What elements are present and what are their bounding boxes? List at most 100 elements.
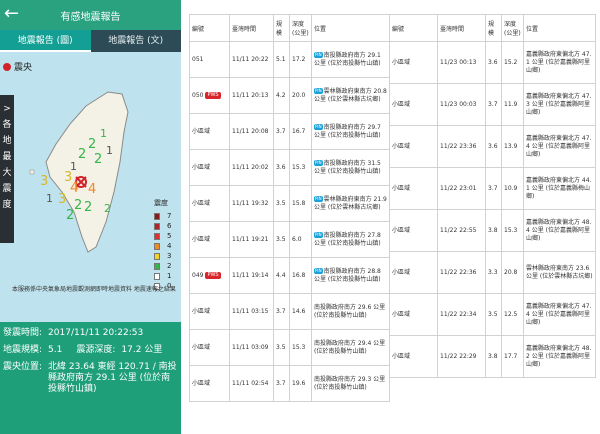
location-text: 南投縣政府南方 29.4 公里 (位於南投縣竹山鎮) — [314, 339, 386, 355]
quake-id: 小區域 — [192, 163, 211, 171]
column-header-location: 位置 — [523, 14, 596, 42]
intensity-level-label: 7 — [167, 212, 172, 220]
scale-row: 1 — [154, 271, 181, 281]
cell-magnitude: 3.6 — [485, 41, 502, 84]
magnitude-label: 地震規模: — [3, 345, 43, 355]
max-intensity-side-tab[interactable]: > 各 地 最 大 震 度 — [0, 95, 14, 243]
intensity-level-label: 1 — [167, 272, 172, 280]
column-header-id: 編號 — [389, 14, 438, 42]
app-title: 有感地震報告 — [60, 12, 121, 23]
quake-id: 050 — [192, 91, 204, 99]
table-row[interactable]: 小區域 11/11 03:15 3.7 14.6 南投縣政府南方 29.6 公里 (位於… — [189, 293, 390, 330]
cell-location: 嘉義縣政府東偏北方 47.4 公里 (位於嘉義縣阿里山鄉) — [523, 293, 596, 336]
scale-row: 2 — [154, 261, 181, 271]
cell-magnitude: 3.6 — [485, 125, 502, 168]
cell-depth: 11.9 — [501, 83, 524, 126]
side-tab-char: 大 — [2, 168, 12, 178]
cell-location: 嘉義縣政府東偏北方 48.4 公里 (位於嘉義縣阿里山鄉) — [523, 209, 596, 252]
scale-title: 震度 — [154, 199, 168, 207]
table-row[interactable]: 小區域 11/22 23:01 3.7 10.9 嘉義縣政府東偏北方 44.1 公里 (… — [389, 167, 596, 210]
table-row[interactable]: 051 11/11 20:22 5.1 17.2 PIN 南投縣政府南方 29.1 公里 … — [189, 41, 390, 78]
location-text: 南投縣政府南方 29.3 公里 (位於南投縣竹山鎮) — [314, 375, 386, 391]
intensity-label: 1 — [46, 192, 53, 205]
map-pin-icon: PIN — [314, 196, 323, 202]
cell-depth: 15.3 — [501, 209, 524, 252]
cell-magnitude: 3.7 — [485, 83, 502, 126]
location-text: 雲林縣政府東南方 20.8 公里 (位於雲林縣古坑鄉) — [314, 87, 387, 103]
cell-magnitude: 3.5 — [485, 293, 502, 336]
table-row[interactable]: 小區域 11/11 19:32 3.5 15.8 PIN 雲林縣政府東南方 21.9 公里… — [189, 185, 390, 222]
table-row[interactable]: 小區域 11/22 22:29 3.8 17.7 嘉義縣政府東偏北方 48.2 公里 (… — [389, 335, 596, 378]
cell-depth: 10.9 — [501, 167, 524, 210]
location-text: 南投縣政府南方 28.8 公里 (位於南投縣竹山鎮) — [314, 267, 381, 283]
cell-magnitude: 3.5 — [273, 221, 290, 258]
table-row[interactable]: 小區域 11/11 02:54 3.7 19.6 南投縣政府南方 29.3 公里 (位於… — [189, 365, 390, 402]
scale-row: 5 — [154, 231, 181, 241]
cell-location: 嘉義縣政府東偏北方 47.4 公里 (位於嘉義縣阿里山鄉) — [523, 125, 596, 168]
intensity-label: 3 — [40, 174, 49, 189]
map-pin-icon: PIN — [314, 268, 323, 274]
cell-id: 小區域 — [189, 221, 230, 258]
cell-depth: 14.6 — [289, 293, 312, 330]
column-header-magnitude: 規模 — [485, 14, 502, 42]
table-row[interactable]: 小區域 11/22 22:55 3.8 15.3 嘉義縣政府東偏北方 48.4 公里 (… — [389, 209, 596, 252]
intensity-label: 2 — [66, 208, 75, 223]
table-row[interactable]: 小區域 11/22 22:34 3.5 12.5 嘉義縣政府東偏北方 47.4 公里 (… — [389, 293, 596, 336]
map-pin-icon: PIN — [314, 232, 323, 238]
location-text: 南投縣政府南方 29.6 公里 (位於南投縣竹山鎮) — [314, 303, 386, 319]
time-value: 2017/11/11 20:22:53 — [48, 328, 144, 338]
column-header-time: 臺灣時間 — [437, 14, 486, 42]
table-row[interactable]: 小區域 11/22 23:36 3.6 13.9 嘉義縣政府東偏北方 47.4 公里 (… — [389, 125, 596, 168]
intensity-level-label: 6 — [167, 222, 172, 230]
table-row[interactable]: 小區域 11/23 00:13 3.6 15.2 嘉義縣政府東偏北方 47.1 公里 (… — [389, 41, 596, 84]
location-text: 南投縣政府南方 29.7 公里 (位於南投縣竹山鎮) — [314, 123, 381, 139]
cell-id: 小區域 — [389, 335, 438, 378]
intensity-label: 4 — [70, 180, 79, 196]
cell-depth: 15.8 — [289, 185, 312, 222]
table-row[interactable]: 小區域 11/23 00:03 3.7 11.9 嘉義縣政府東偏北方 47.3 公里 (… — [389, 83, 596, 126]
table-row[interactable]: 小區域 11/11 20:08 3.7 16.7 PIN 南投縣政府南方 29.7 公里 … — [189, 113, 390, 150]
report-tabs: 地震報告 (圖) 地震報告 (文) — [0, 30, 181, 52]
side-tab-char: 度 — [2, 200, 12, 210]
cell-time: 11/11 20:02 — [229, 149, 274, 186]
depth-value: 17.2 公里 — [121, 345, 163, 355]
cell-depth: 20.0 — [289, 77, 312, 114]
tab-report-map[interactable]: 地震報告 (圖) — [0, 30, 91, 52]
table-row[interactable]: 小區域 11/11 20:02 3.6 15.3 PIN 南投縣政府南方 31.5 公里 … — [189, 149, 390, 186]
cell-depth: 15.3 — [289, 149, 312, 186]
cell-location: 嘉義縣政府東偏北方 48.2 公里 (位於嘉義縣阿里山鄉) — [523, 335, 596, 378]
cell-depth: 19.6 — [289, 365, 312, 402]
cell-magnitude: 3.8 — [485, 209, 502, 252]
app-bar: ← 有感地震報告 — [0, 0, 181, 30]
tab-report-text[interactable]: 地震報告 (文) — [90, 30, 181, 52]
cell-id: 小區域 — [189, 293, 230, 330]
cell-location: 南投縣政府南方 29.6 公里 (位於南投縣竹山鎮) — [311, 293, 390, 330]
column-header-time: 臺灣時間 — [229, 14, 274, 42]
cell-id: 049 PWS — [189, 257, 230, 294]
cell-location: PIN 南投縣政府南方 29.1 公里 (位於南投縣竹山鎮) — [311, 41, 390, 78]
intensity-swatch — [154, 242, 160, 250]
quake-id: 051 — [192, 55, 204, 63]
cell-id: 小區域 — [389, 251, 438, 294]
penghu-islands-shape — [29, 169, 35, 175]
table-row[interactable]: 小區域 11/22 22:36 3.3 20.8 雲林縣政府東南方 23.6 公里 (位… — [389, 251, 596, 294]
scale-row: 6 — [154, 221, 181, 231]
location-text: 南投縣政府南方 31.5 公里 (位於南投縣竹山鎮) — [314, 159, 381, 175]
table-row[interactable]: 小區域 11/11 03:09 3.5 15.3 南投縣政府南方 29.4 公里 (位於… — [189, 329, 390, 366]
table-row[interactable]: 050 PWS 11/11 20:13 4.2 20.0 PIN 雲林縣政府東南方 20.8… — [189, 77, 390, 114]
cell-location: PIN 南投縣政府南方 28.8 公里 (位於南投縣竹山鎮) — [311, 257, 390, 294]
intensity-label: 2 — [88, 137, 97, 152]
cell-location: PIN 南投縣政府南方 27.8 公里 (位於南投縣竹山鎮) — [311, 221, 390, 258]
map-pin-icon: PIN — [314, 124, 323, 130]
table-row[interactable]: 小區域 11/11 19:21 3.5 6.0 PIN 南投縣政府南方 27.8 公里 (… — [189, 221, 390, 258]
cell-time: 11/11 19:21 — [229, 221, 274, 258]
cell-id: 小區域 — [389, 209, 438, 252]
quake-id: 小區域 — [192, 379, 211, 387]
cell-location: 雲林縣政府東南方 23.6 公里 (位於雲林縣古坑鄉) — [523, 251, 596, 294]
cell-location: PIN 雲林縣政府東南方 20.8 公里 (位於雲林縣古坑鄉) — [311, 77, 390, 114]
cell-id: 小區域 — [389, 83, 438, 126]
cell-time: 11/22 22:55 — [437, 209, 486, 252]
cell-magnitude: 4.2 — [273, 77, 290, 114]
table-row[interactable]: 049 PWS 11/11 19:14 4.4 16.8 PIN 南投縣政府南方 28.8 … — [189, 257, 390, 294]
intensity-label: 4 — [88, 182, 97, 197]
